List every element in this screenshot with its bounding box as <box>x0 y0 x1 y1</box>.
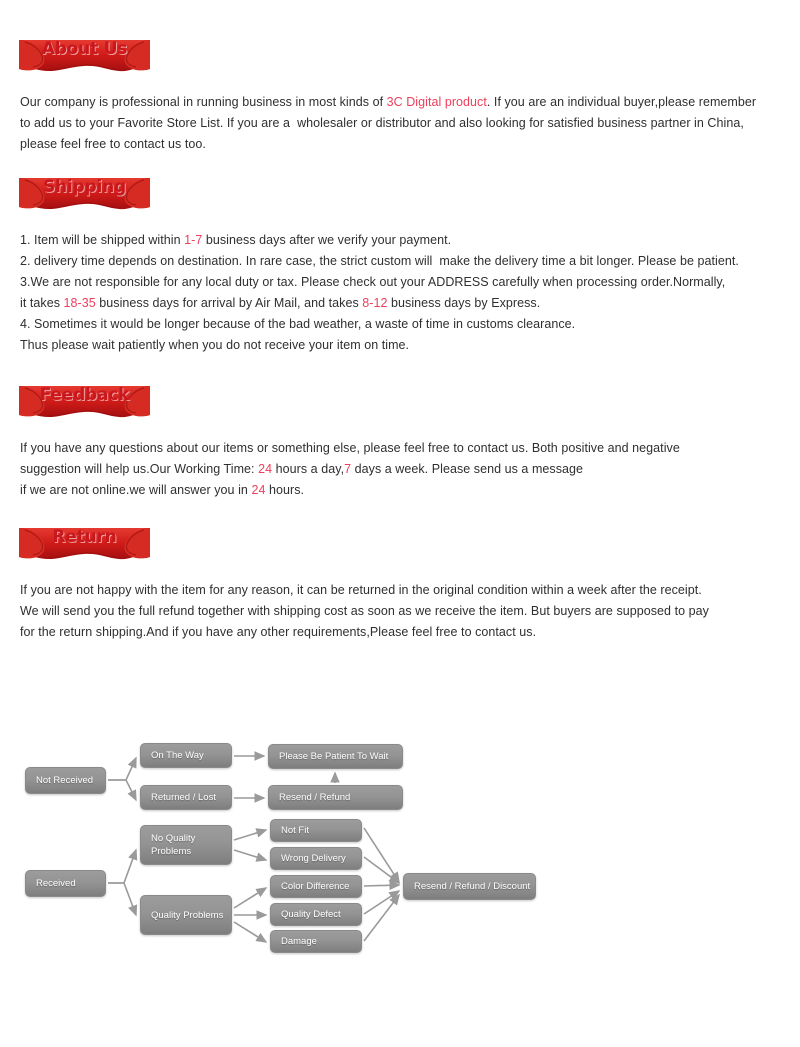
plain-text: 3.We are not responsible for any local d… <box>20 275 726 289</box>
plain-text: hours a day, <box>272 462 345 476</box>
shipping-text: 1. Item will be shipped within 1-7 busin… <box>20 230 800 356</box>
text-line: Thus please wait patiently when you do n… <box>20 335 800 356</box>
section-feedback: Feedback If you have any questions about… <box>0 382 800 501</box>
section-about-us: About Us Our company is professional in … <box>0 36 800 155</box>
flow-node-received: Received <box>25 870 106 897</box>
banner-feedback: Feedback <box>19 382 150 422</box>
flow-node-be-patient: Please Be Patient To Wait <box>268 744 403 769</box>
highlight-text: 24 <box>258 462 273 476</box>
highlight-text: 8-12 <box>362 296 388 310</box>
banner-label: Return <box>52 527 117 547</box>
plain-text: . If you are an individual buyer,please … <box>486 95 757 109</box>
text-line: Our company is professional in running b… <box>20 92 800 113</box>
text-line: 2. delivery time depends on destination.… <box>20 251 800 272</box>
plain-text: business days for arrival by Air Mail, a… <box>95 296 363 310</box>
flowchart-connectors <box>108 751 401 943</box>
plain-text: to add us to your Favorite Store List. I… <box>20 116 744 130</box>
plain-text: suggestion will help us.Our Working Time… <box>20 462 259 476</box>
plain-text: We will send you the full refund togethe… <box>20 604 709 618</box>
flow-node-on-the-way: On The Way <box>140 743 232 768</box>
banner-shipping: Shipping <box>19 174 150 214</box>
flow-node-color-difference: Color Difference <box>270 875 362 898</box>
plain-text: 1. Item will be shipped within <box>20 233 185 247</box>
banner-label: About Us <box>41 39 128 59</box>
flow-node-quality-defect: Quality Defect <box>270 903 362 926</box>
text-line: please feel free to contact us too. <box>20 134 800 155</box>
flow-node-no-quality: No Quality Problems <box>140 825 232 865</box>
text-line: If you are not happy with the item for a… <box>20 580 800 601</box>
highlight-text: 18-35 <box>63 296 96 310</box>
plain-text: days a week. Please send us a message <box>351 462 584 476</box>
banner-return: Return <box>19 524 150 564</box>
banner-label: Shipping <box>42 177 126 197</box>
highlight-text: 24 <box>251 483 266 497</box>
flow-node-resend-refund: Resend / Refund <box>268 785 403 810</box>
flow-node-returned-lost: Returned / Lost <box>140 785 232 810</box>
plain-text: please feel free to contact us too. <box>20 137 206 151</box>
plain-text: business days after we verify your payme… <box>202 233 452 247</box>
text-line: 4. Sometimes it would be longer because … <box>20 314 800 335</box>
banner-label: Feedback <box>39 385 130 405</box>
flow-node-wrong-delivery: Wrong Delivery <box>270 847 362 870</box>
text-line: We will send you the full refund togethe… <box>20 601 800 622</box>
plain-text: for the return shipping.And if you have … <box>20 625 537 639</box>
section-shipping: Shipping 1. Item will be shipped within … <box>0 174 800 356</box>
text-line: If you have any questions about our item… <box>20 438 800 459</box>
about-us-text: Our company is professional in running b… <box>20 92 800 155</box>
plain-text: 2. delivery time depends on destination.… <box>20 254 739 268</box>
text-line: 1. Item will be shipped within 1-7 busin… <box>20 230 800 251</box>
text-line: 3.We are not responsible for any local d… <box>20 272 800 293</box>
plain-text: if we are not online.we will answer you … <box>20 483 252 497</box>
plain-text: 4. Sometimes it would be longer because … <box>20 317 576 331</box>
text-line: it takes 18-35 business days for arrival… <box>20 293 800 314</box>
text-line: to add us to your Favorite Store List. I… <box>20 113 800 134</box>
plain-text: Our company is professional in running b… <box>20 95 387 109</box>
plain-text: business days by Express. <box>387 296 541 310</box>
plain-text: it takes <box>20 296 64 310</box>
flow-node-not-received: Not Received <box>25 767 106 794</box>
flow-node-damage: Damage <box>270 930 362 953</box>
return-text: If you are not happy with the item for a… <box>20 580 800 643</box>
plain-text: hours. <box>265 483 305 497</box>
text-line: if we are not online.we will answer you … <box>20 480 800 501</box>
feedback-text: If you have any questions about our item… <box>20 438 800 501</box>
return-policy-flowchart: Not Received On The Way Returned / Lost Ple… <box>0 700 800 975</box>
highlight-text: 1-7 <box>184 233 203 247</box>
highlight-text: 3C Digital product <box>386 95 487 109</box>
text-line: suggestion will help us.Our Working Time… <box>20 459 800 480</box>
plain-text: Thus please wait patiently when you do n… <box>20 338 410 352</box>
plain-text: If you are not happy with the item for a… <box>20 583 702 597</box>
section-return: Return If you are not happy with the ite… <box>0 524 800 643</box>
plain-text: If you have any questions about our item… <box>20 441 680 455</box>
flow-node-not-fit: Not Fit <box>270 819 362 842</box>
banner-about-us: About Us <box>19 36 150 76</box>
flow-node-quality-problems: Quality Problems <box>140 895 232 935</box>
flow-node-resend-discount: Resend / Refund / Discount <box>403 873 536 900</box>
text-line: for the return shipping.And if you have … <box>20 622 800 643</box>
